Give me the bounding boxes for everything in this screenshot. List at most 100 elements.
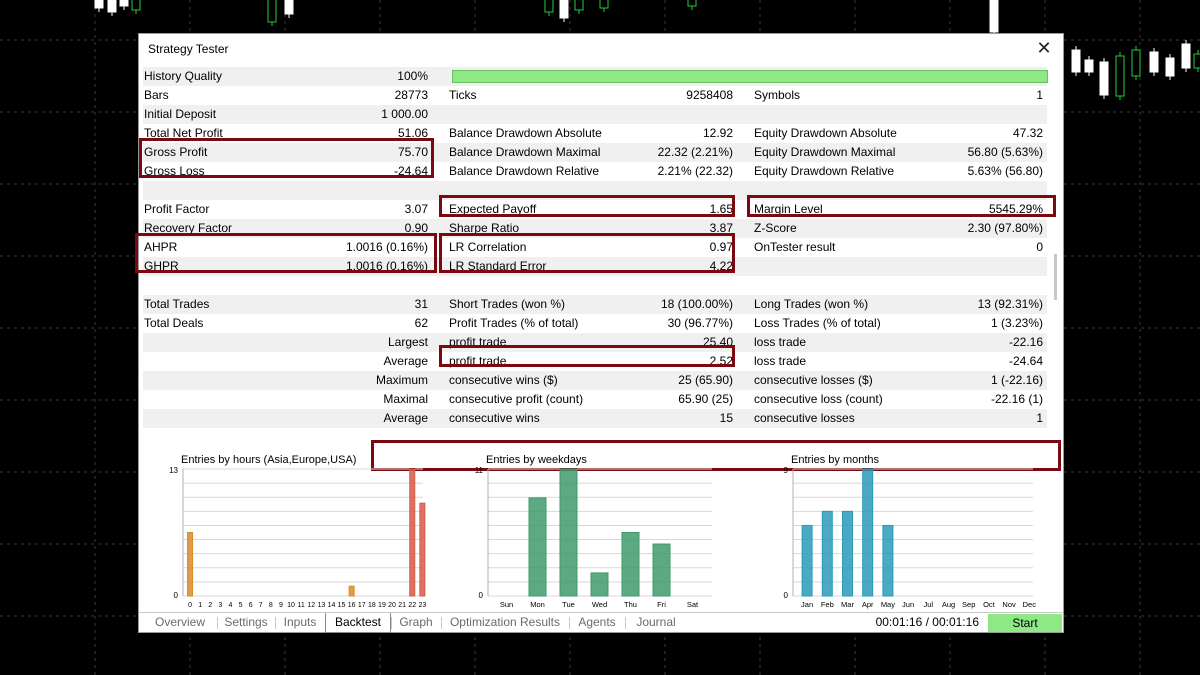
metric-value: -22.16 (1) [990,392,1043,406]
tab-graph[interactable]: Graph [391,613,441,633]
x-tick-label: 7 [259,602,263,609]
x-tick-label: 13 [317,602,325,609]
metric-value: 62 [414,316,428,330]
tab-bar: 00:01:16 / 00:01:16 Start Overview Settin… [139,612,1063,633]
metric-value: 56.80 (5.63%) [967,145,1043,159]
metric-value: Average [383,411,428,425]
tab-optimization-results[interactable]: Optimization Results [441,613,569,633]
report-row: Bars 28773 Ticks 9258408 Symbols 1 [143,86,1047,105]
x-tick-label: Sat [687,600,699,609]
entries-chart: Entries by hours (Asia,Europe,USA)1300 1 2… [169,454,426,609]
chart-title: Entries by weekdays [486,454,587,466]
chart-bar [419,502,426,597]
tab-agents[interactable]: Agents [569,613,625,633]
x-tick-label: 15 [338,602,346,609]
metric-value: 13 (92.31%) [977,297,1043,311]
metric-value: 5.63% (56.80) [967,164,1043,178]
x-tick-label: Feb [821,600,834,609]
metric-value: 30 (96.77%) [667,316,733,330]
x-tick-label: May [881,600,895,609]
x-tick-label: 4 [228,602,232,609]
metric-value: 3.07 [404,202,428,216]
metric-value: 9258408 [686,88,733,102]
metric-value: 2.21% (22.32) [657,164,733,178]
x-tick-label: 1 [198,602,202,609]
metric-value: 15 [719,411,733,425]
x-tick-label: Sep [962,600,975,609]
report-row [143,276,1047,295]
tab-journal[interactable]: Journal [625,613,687,633]
tab-backtest[interactable]: Backtest [325,613,391,633]
chart-bar [621,532,640,597]
x-tick-label: 17 [358,602,366,609]
metric-value: 47.32 [1012,126,1043,140]
x-tick-label: Fri [657,600,666,609]
metric-value: -24.64 [1008,354,1043,368]
x-tick-label: Wed [592,600,607,609]
metric-value [754,105,1043,124]
x-tick-label: 0 [188,602,192,609]
metric-value [449,276,733,295]
y-tick-label: 0 [784,591,789,600]
x-tick-label: 10 [287,602,295,609]
x-tick-label: Dec [1023,600,1037,609]
y-tick-label: 9 [784,466,789,475]
x-tick-label: 3 [218,602,222,609]
x-tick-label: Sun [500,600,513,609]
highlight-box [139,138,434,178]
start-button[interactable]: Start [988,614,1062,632]
highlight-box [439,195,735,217]
metric-value: 2.30 (97.80%) [967,221,1043,235]
x-tick-label: 9 [279,602,283,609]
chart-bar [590,572,609,597]
chart-title: Entries by hours (Asia,Europe,USA) [181,454,356,466]
y-tick-label: 11 [475,466,484,475]
x-tick-label: 6 [249,602,253,609]
metric-value: 18 (100.00%) [660,297,733,311]
x-tick-label: Mar [841,600,854,609]
x-tick-label: 22 [408,602,416,609]
highlight-box [439,233,735,273]
metric-value [144,181,428,200]
tab-inputs[interactable]: Inputs [275,613,325,633]
chart-bar [882,524,894,597]
y-tick-label: 13 [169,466,178,475]
chart-bar [187,532,194,597]
metric-value: Maximal [383,392,428,406]
metric-value: 1 [1036,88,1043,102]
close-icon[interactable]: ✕ [1033,37,1055,59]
x-tick-label: 19 [378,602,386,609]
x-tick-label: Jan [801,600,813,609]
tab-settings[interactable]: Settings [217,613,275,633]
x-tick-label: 5 [239,602,243,609]
entries-charts: Entries by hours (Asia,Europe,USA) 13 0 0 1 2… [139,450,1063,612]
x-tick-label: Thu [624,600,637,609]
x-tick-label: Apr [862,600,874,609]
x-tick-label: Nov [1002,600,1016,609]
entries-chart: Entries by months9 0 Jan Feb Mar Apr May Jun Jul… [784,454,1037,609]
x-tick-label: Jul [924,600,934,609]
window-title: Strategy Tester [148,42,229,56]
metric-value [754,276,1043,295]
x-tick-label: 2 [208,602,212,609]
metric-value: 25 (65.90) [678,373,733,387]
report-row: Total Deals 62 Profit Trades (% of total) 3… [143,314,1047,333]
metric-value: Average [383,354,428,368]
metric-value: 1 [1036,411,1043,425]
metric-value: 31 [414,297,428,311]
metric-value: Maximum [375,373,428,387]
x-tick-label: 18 [368,602,376,609]
metric-value [754,257,1043,276]
entries-chart: Entries by weekdays11 0 Sun Mon Tue Wed Thu Fri… [475,454,712,609]
x-tick-label: Jun [902,600,914,609]
tab-overview[interactable]: Overview [143,613,217,633]
chart-title: Entries by months [791,454,880,466]
report-row: Average consecutive wins 15 consecutive los… [143,409,1047,428]
x-tick-label: Mon [530,600,545,609]
scrollbar-thumb[interactable] [1054,254,1057,300]
chart-bar [821,510,833,597]
metric-value: -22.16 [1008,335,1043,349]
highlight-box [135,233,437,273]
x-tick-label: Aug [942,600,955,609]
title-bar: Strategy Tester ✕ [139,34,1063,64]
